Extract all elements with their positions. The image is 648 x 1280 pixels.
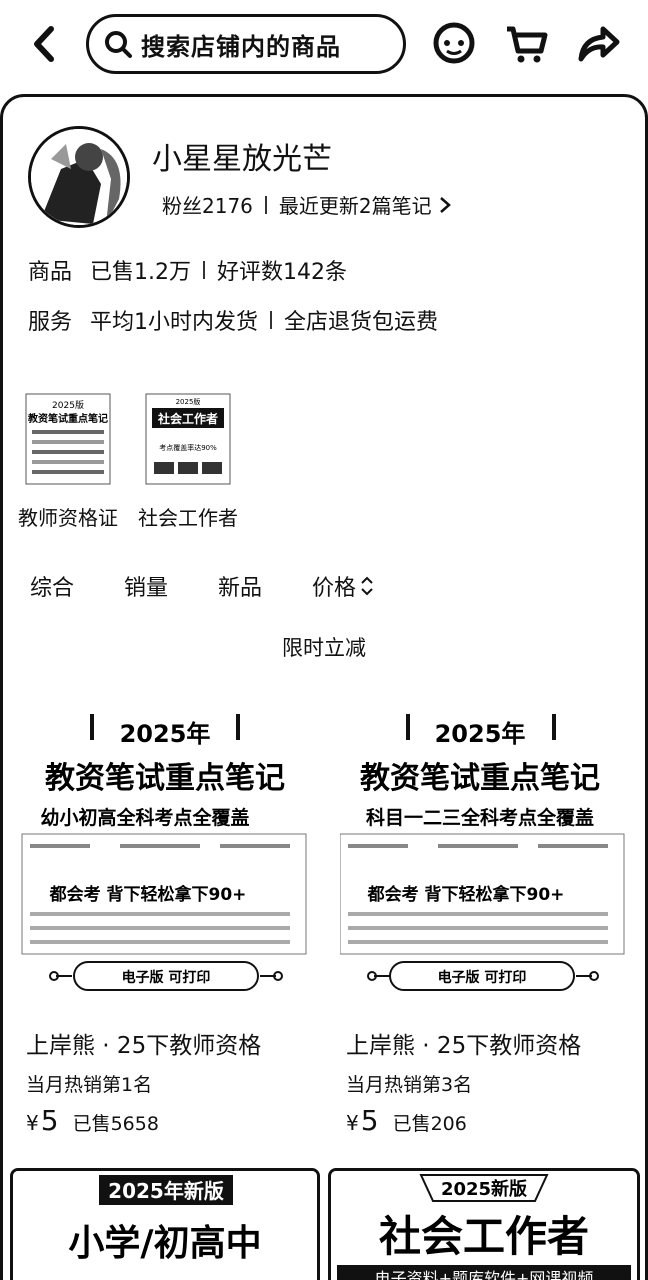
category-teacher-cert[interactable]: 2025版 教资笔试重点笔记 教师资格证 (18, 392, 118, 531)
return-info: 全店退货包运费 (284, 310, 439, 335)
cart-icon (507, 26, 548, 63)
product-image: 2025新版 社会工作者 电子资料+题库软件+网课视频 (331, 1171, 637, 1280)
cover-title: 小学/初高中 (68, 1222, 261, 1264)
search-icon (105, 31, 132, 58)
sort-tab-new[interactable]: 新品 (218, 570, 262, 602)
service-label: 服务 (28, 310, 73, 335)
price-value: 5 (360, 1104, 379, 1137)
cover-badge: 电子版 可打印 (122, 969, 211, 986)
cover-title: 教资笔试重点笔记 (360, 761, 600, 796)
chevron-left-icon (34, 26, 54, 62)
top-bar: 搜索店铺内的商品 (0, 0, 648, 92)
shop-avatar[interactable] (28, 126, 130, 228)
product-rank: 当月热销第1名 (26, 1074, 153, 1096)
cover-title: 社会工作者 (379, 1212, 589, 1261)
back-button[interactable] (22, 22, 66, 66)
currency-symbol: ¥ (26, 1111, 39, 1135)
cover-title: 教资笔试重点笔记 (45, 761, 285, 796)
category-thumbnail: 2025版 教资笔试重点笔记 (25, 393, 111, 485)
divider (203, 261, 206, 279)
recent-notes-link[interactable]: 最近更新2篇笔记 (279, 190, 432, 219)
cover-subtitle: 幼小初高全科考点全覆盖 (40, 806, 249, 829)
cover-year: 2025年 (120, 720, 211, 748)
cover-middle: 都会考 背下轻松拿下90+ (49, 884, 247, 905)
goods-row: 商品 已售1.2万 好评数142条 (28, 254, 347, 286)
search-input[interactable]: 搜索店铺内的商品 (86, 14, 406, 74)
ship-info: 平均1小时内发货 (90, 310, 259, 335)
sort-arrows-icon (361, 576, 373, 596)
sold-count: 已售1.2万 (90, 260, 192, 285)
chevron-right-icon (439, 196, 451, 213)
thumb-note: 考点覆盖率达90% (159, 443, 217, 452)
product-title: 上岸熊 · 25下教师资格 (26, 1033, 262, 1059)
thumb-title: 教资笔试重点笔记 (27, 412, 108, 425)
category-label: 社会工作者 (138, 506, 238, 530)
sort-tab-price[interactable]: 价格 (312, 570, 374, 602)
sort-tab-general[interactable]: 综合 (30, 570, 74, 602)
divider (270, 311, 273, 329)
customer-service-button[interactable] (430, 20, 478, 68)
category-thumbnail: 2025版 社会工作者 考点覆盖率达90% (145, 393, 231, 485)
thumb-year: 2025版 (52, 399, 84, 411)
cover-subtitle: 电子资料+题库软件+网课视频 (375, 1269, 594, 1280)
shop-name: 小星星放光芒 (152, 142, 332, 177)
goods-label: 商品 (28, 260, 73, 285)
sold-count: 已售5658 (72, 1113, 159, 1135)
product-card[interactable]: 2025年 教资笔试重点笔记 幼小初高全科考点全覆盖 都会考 背下轻松拿下90+… (20, 700, 310, 1137)
category-social-worker[interactable]: 2025版 社会工作者 考点覆盖率达90% 社会工作者 (138, 392, 238, 531)
cover-subtitle: 科目一二三全科考点全覆盖 (366, 806, 594, 829)
sold-count: 已售206 (392, 1113, 467, 1135)
thumb-title: 社会工作者 (157, 411, 218, 426)
fans-count: 粉丝2176 (162, 194, 253, 218)
sort-tab-label: 价格 (312, 576, 357, 601)
promo-label[interactable]: 限时立减 (0, 632, 648, 662)
share-icon (578, 26, 620, 62)
cover-middle: 都会考 背下轻松拿下90+ (367, 884, 565, 905)
product-price: ¥ 5 已售206 (346, 1104, 467, 1137)
cover-badge: 2025新版 (441, 1178, 527, 1200)
product-title: 上岸熊 · 25下教师资格 (346, 1033, 582, 1059)
cover-badge: 2025年新版 (108, 1179, 224, 1203)
cover-year: 2025年 (435, 720, 526, 748)
cart-button[interactable] (502, 20, 550, 68)
chat-icon (433, 22, 475, 64)
shop-meta: 粉丝2176 最近更新2篇笔记 (162, 190, 452, 219)
share-button[interactable] (574, 20, 622, 68)
search-placeholder: 搜索店铺内的商品 (141, 32, 341, 61)
product-card[interactable]: 2025年 教资笔试重点笔记 科目一二三全科考点全覆盖 都会考 背下轻松拿下90… (339, 700, 630, 1137)
product-card[interactable]: 2025新版 社会工作者 电子资料+题库软件+网课视频 (328, 1168, 640, 1280)
sort-tab-sales[interactable]: 销量 (124, 570, 168, 602)
product-card[interactable]: 2025年新版 小学/初高中 (10, 1168, 320, 1280)
product-rank: 当月热销第3名 (346, 1074, 473, 1096)
price-value: 5 (40, 1104, 59, 1137)
product-image: 2025年 教资笔试重点笔记 幼小初高全科考点全覆盖 都会考 背下轻松拿下90+… (20, 700, 310, 1000)
divider (264, 195, 267, 214)
category-label: 教师资格证 (18, 506, 118, 530)
product-image: 2025年新版 小学/初高中 (13, 1171, 317, 1280)
service-row: 服务 平均1小时内发货 全店退货包运费 (28, 304, 438, 336)
cover-badge: 电子版 可打印 (438, 969, 527, 986)
currency-symbol: ¥ (346, 1111, 359, 1135)
product-image: 2025年 教资笔试重点笔记 科目一二三全科考点全覆盖 都会考 背下轻松拿下90… (339, 700, 630, 1000)
thumb-year: 2025版 (176, 397, 201, 406)
product-price: ¥ 5 已售5658 (26, 1104, 159, 1137)
review-count: 好评数142条 (217, 260, 348, 285)
